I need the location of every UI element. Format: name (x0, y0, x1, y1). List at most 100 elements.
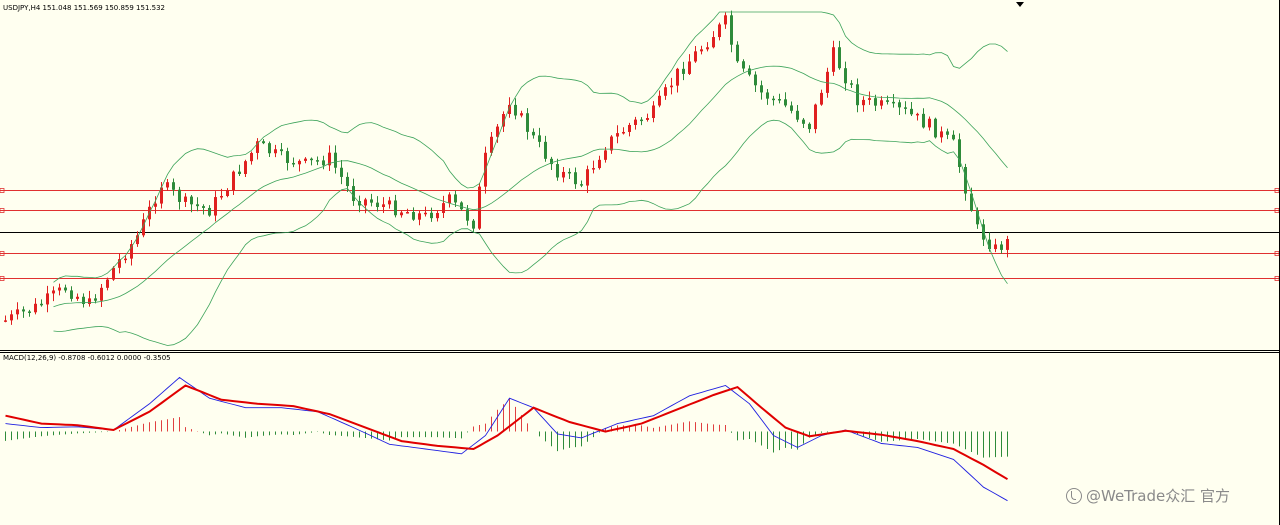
bull-candle (832, 47, 835, 72)
bear-candle (340, 167, 343, 177)
bear-candle (286, 151, 289, 163)
bull-candle (700, 49, 703, 52)
bear-candle (580, 184, 583, 186)
bear-candle (172, 182, 175, 190)
macd-title: MACD(12,26,9) -0.8708 -0.6012 0.0000 -0.… (3, 354, 171, 362)
bull-candle (862, 99, 865, 106)
watermark-text: @WeTrade众汇 官方 (1086, 487, 1231, 505)
bear-candle (190, 196, 193, 205)
bull-candle (610, 136, 613, 151)
bear-candle (898, 102, 901, 108)
bull-candle (388, 200, 391, 205)
bear-candle (640, 119, 643, 122)
bull-candle (406, 212, 409, 214)
bear-candle (730, 15, 733, 45)
bull-candle (718, 24, 721, 38)
bear-candle (766, 92, 769, 99)
bull-candle (994, 244, 997, 250)
macd-signal-line (5, 384, 1009, 481)
bull-candle (226, 190, 229, 196)
bear-candle (538, 135, 541, 142)
bull-candle (304, 158, 307, 161)
bull-candle (622, 131, 625, 134)
chart-shift-marker-icon[interactable] (1016, 2, 1024, 7)
bull-candle (880, 100, 883, 106)
bull-candle (232, 171, 235, 191)
bull-candle (184, 196, 187, 202)
bull-candle (634, 119, 637, 125)
bear-candle (316, 160, 319, 162)
bear-candle (946, 131, 949, 135)
bear-candle (280, 149, 283, 152)
bear-candle (28, 311, 31, 313)
bull-candle (616, 133, 619, 137)
bear-candle (556, 164, 559, 178)
bull-candle (88, 298, 91, 305)
bull-candle (694, 51, 697, 62)
bull-candle (478, 186, 481, 229)
bear-candle (178, 189, 181, 202)
bull-candle (220, 195, 223, 198)
bear-candle (754, 74, 757, 86)
bear-candle (850, 83, 853, 85)
bear-candle (352, 186, 355, 202)
bear-candle (322, 160, 325, 166)
bear-candle (208, 207, 211, 216)
bear-candle (934, 118, 937, 138)
bear-candle (346, 176, 349, 187)
bear-candle (952, 134, 955, 140)
bollinger-upper-band (53, 11, 1008, 283)
bear-candle (472, 220, 475, 229)
bull-candle (688, 61, 691, 74)
bull-candle (658, 95, 661, 106)
bear-candle (514, 104, 517, 116)
bull-candle (814, 104, 817, 130)
bull-candle (562, 171, 565, 178)
bear-candle (196, 204, 199, 207)
bull-candle (166, 182, 169, 188)
bear-candle (1000, 244, 1003, 250)
bear-candle (796, 110, 799, 120)
bear-candle (760, 85, 763, 93)
bear-candle (70, 290, 73, 299)
bull-candle (916, 113, 919, 116)
bear-candle (682, 68, 685, 74)
bull-candle (520, 113, 523, 116)
bull-candle (436, 212, 439, 219)
bear-candle (874, 98, 877, 106)
bull-candle (76, 296, 79, 299)
bull-candle (10, 314, 13, 321)
bear-candle (532, 131, 535, 136)
wetrade-logo-icon (1066, 487, 1082, 504)
bear-candle (922, 113, 925, 128)
macd-line (5, 376, 1008, 502)
bull-candle (868, 98, 871, 100)
bear-candle (892, 101, 895, 104)
bear-candle (454, 194, 457, 203)
bear-candle (430, 212, 433, 219)
bull-candle (124, 258, 127, 261)
bear-candle (544, 141, 547, 159)
bull-candle (670, 85, 673, 88)
bull-candle (112, 267, 115, 280)
bull-candle (598, 159, 601, 169)
bull-candle (1006, 238, 1009, 250)
bull-candle (244, 161, 247, 175)
bull-candle (928, 118, 931, 128)
bull-candle (34, 303, 37, 313)
bear-candle (802, 119, 805, 124)
bull-candle (424, 212, 427, 215)
bull-candle (664, 87, 667, 96)
bear-candle (292, 162, 295, 165)
bull-candle (4, 320, 7, 322)
bear-candle (808, 123, 811, 130)
bull-candle (940, 131, 943, 138)
bull-candle (16, 309, 19, 315)
bear-candle (526, 113, 529, 132)
bull-candle (646, 118, 649, 120)
watermark: @WeTrade众汇 官方 (1066, 485, 1230, 506)
bear-candle (94, 298, 97, 301)
bull-candle (448, 194, 451, 204)
bear-candle (784, 99, 787, 106)
bear-candle (778, 99, 781, 101)
